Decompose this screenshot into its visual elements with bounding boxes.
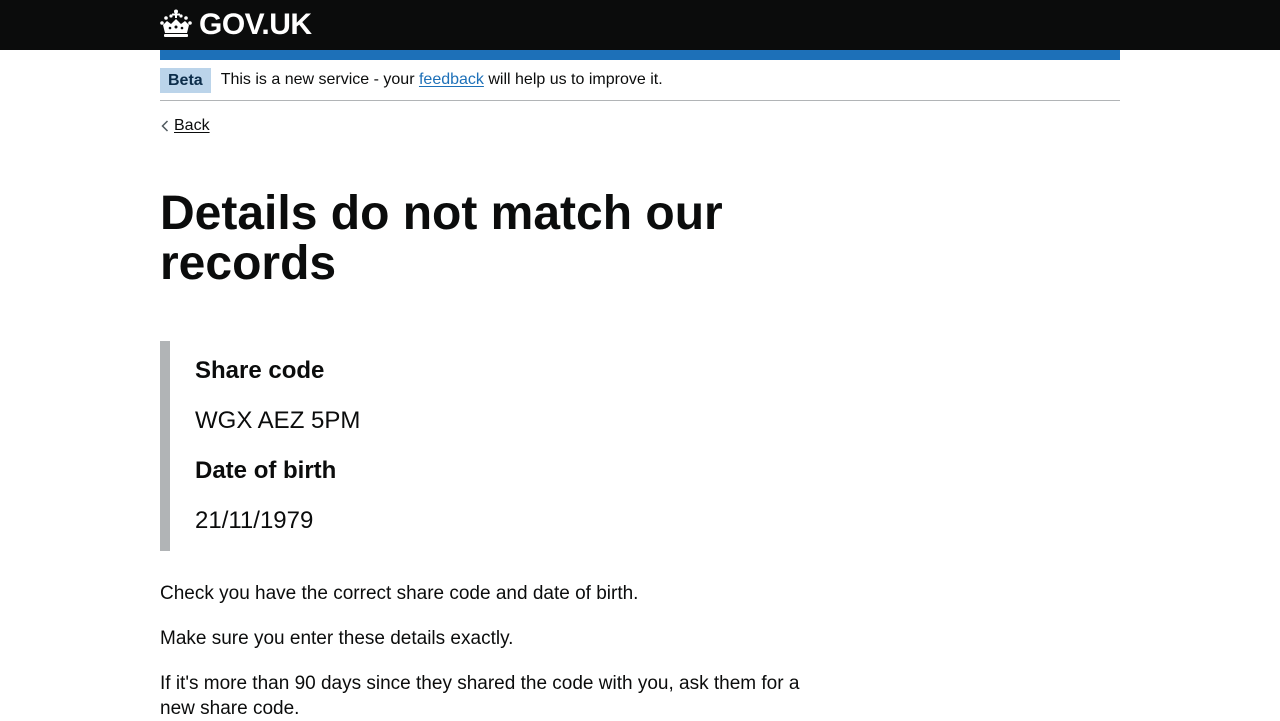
dob-label: Date of birth: [195, 457, 337, 484]
phase-text-after: will help us to improve it.: [483, 71, 663, 88]
details-inset: Share code WGX AEZ 5PM Date of birth 21/…: [160, 341, 800, 551]
phase-banner: Beta This is a new service - your feedba…: [160, 60, 1120, 101]
share-code-value: WGX AEZ 5PM: [195, 407, 361, 434]
chevron-left-icon: [160, 119, 170, 133]
dob-value: 21/11/1979: [195, 507, 314, 534]
back-link-label: Back: [174, 117, 210, 134]
feedback-link[interactable]: feedback: [419, 71, 484, 88]
logo-text: GOV.UK: [199, 8, 312, 41]
back-link[interactable]: Back: [160, 115, 210, 137]
header-accent-bar: [160, 50, 1120, 60]
site-header: GOV.UK: [0, 0, 1280, 50]
govuk-logo-link[interactable]: GOV.UK: [160, 6, 312, 42]
share-code-label: Share code: [195, 357, 325, 384]
crown-icon: [160, 9, 192, 39]
instruction-paragraph: Make sure you enter these details exactl…: [160, 628, 514, 649]
instruction-paragraph: Check you have the correct share code an…: [160, 583, 639, 604]
phase-banner-text: This is a new service - your feedback wi…: [221, 70, 663, 90]
phase-text-before: This is a new service - your: [220, 71, 419, 88]
phase-tag: Beta: [160, 67, 211, 93]
page-title: Details do not match our records: [160, 187, 723, 290]
instruction-paragraph: If it's more than 90 days since they sha…: [160, 673, 800, 719]
